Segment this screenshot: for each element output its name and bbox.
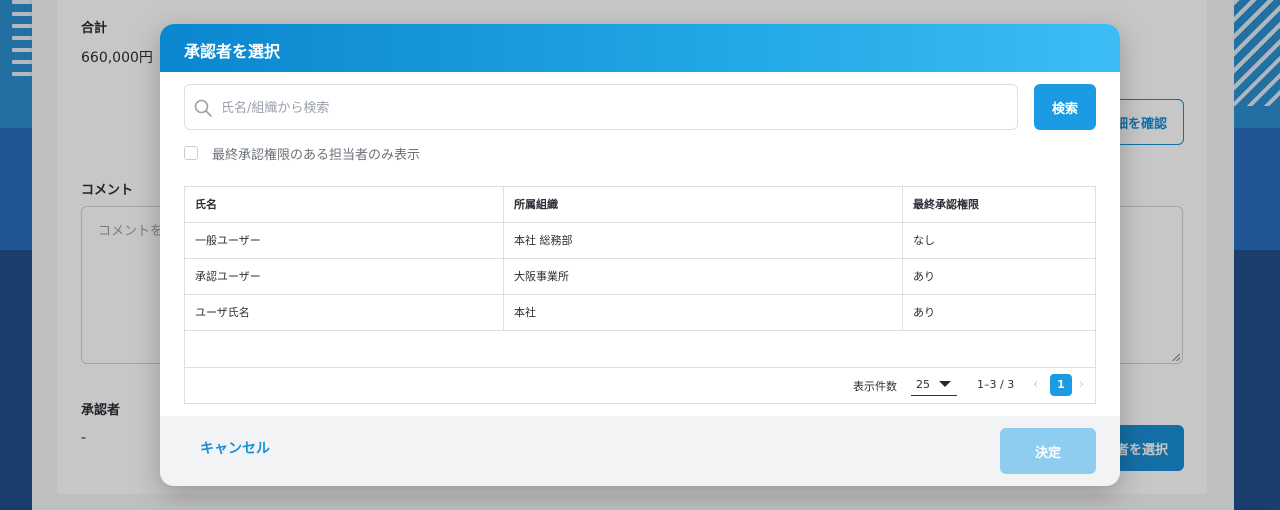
table-pagination: 表示件数 25 1–3 / 3 ‹ 1 › bbox=[185, 368, 1095, 403]
cell-name: 承認ユーザー bbox=[185, 259, 504, 294]
dropdown-caret-icon bbox=[939, 381, 951, 387]
confirm-button[interactable]: 決定 bbox=[1000, 428, 1096, 474]
table-row[interactable]: 一般ユーザー 本社 総務部 なし bbox=[185, 223, 1095, 259]
cell-final-approval: なし bbox=[913, 234, 935, 247]
cell-final-approval: あり bbox=[913, 270, 935, 283]
search-button[interactable]: 検索 bbox=[1034, 84, 1096, 130]
cell-name: 一般ユーザー bbox=[185, 223, 504, 258]
approver-table: 氏名 所属組織 最終承認権限 一般ユーザー 本社 総務部 なし 承認ユーザー 大… bbox=[184, 186, 1096, 404]
search-icon bbox=[194, 99, 212, 117]
cell-organization: 本社 総務部 bbox=[504, 223, 903, 258]
dialog-header: 承認者を選択 bbox=[160, 24, 1120, 72]
cell-organization: 本社 bbox=[504, 295, 903, 330]
table-empty-row bbox=[185, 331, 1095, 368]
column-header-name[interactable]: 氏名 bbox=[185, 187, 504, 222]
dialog-title: 承認者を選択 bbox=[184, 42, 281, 61]
page-button-current[interactable]: 1 bbox=[1050, 374, 1072, 396]
table-row[interactable]: 承認ユーザー 大阪事業所 あり bbox=[185, 259, 1095, 295]
cancel-button[interactable]: キャンセル bbox=[200, 438, 270, 458]
search-input[interactable] bbox=[219, 86, 1003, 130]
cell-organization: 大阪事業所 bbox=[504, 259, 903, 294]
per-page-value: 25 bbox=[916, 378, 930, 391]
column-header-final-approval[interactable]: 最終承認権限 bbox=[903, 187, 1095, 222]
per-page-label: 表示件数 bbox=[853, 380, 897, 393]
search-box[interactable] bbox=[184, 84, 1018, 130]
table-header-row: 氏名 所属組織 最終承認権限 bbox=[185, 187, 1095, 223]
cell-name: ユーザ氏名 bbox=[185, 295, 504, 330]
per-page-select[interactable]: 25 bbox=[911, 374, 957, 396]
dialog-footer: キャンセル 決定 bbox=[160, 416, 1120, 486]
approver-select-dialog: 承認者を選択 検索 最終承認権限のある担当者のみ表示 氏名 所属組織 最終承認権… bbox=[160, 24, 1120, 486]
pagination-range: 1–3 / 3 bbox=[977, 378, 1015, 391]
previous-page-icon[interactable]: ‹ bbox=[1033, 377, 1038, 392]
final-approval-checkbox[interactable] bbox=[184, 146, 198, 160]
table-row[interactable]: ユーザ氏名 本社 あり bbox=[185, 295, 1095, 331]
cell-final-approval: あり bbox=[913, 306, 935, 319]
final-approval-filter-label[interactable]: 最終承認権限のある担当者のみ表示 bbox=[212, 144, 420, 163]
next-page-icon[interactable]: › bbox=[1079, 377, 1084, 392]
final-approval-filter[interactable]: 最終承認権限のある担当者のみ表示 bbox=[184, 144, 420, 163]
column-header-organization[interactable]: 所属組織 bbox=[504, 187, 903, 222]
